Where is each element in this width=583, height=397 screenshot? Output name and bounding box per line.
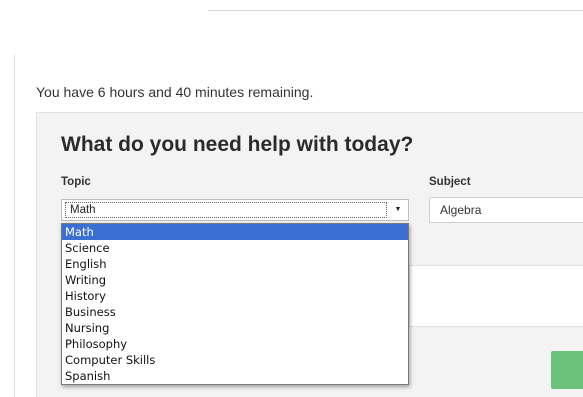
top-divider (208, 10, 583, 11)
panel-title: What do you need help with today? (61, 133, 414, 156)
topic-option-computer-skills[interactable]: Computer Skills (62, 352, 408, 368)
topic-option-philosophy[interactable]: Philosophy (62, 336, 408, 352)
submit-button[interactable] (551, 351, 583, 389)
topic-option-history[interactable]: History (62, 288, 408, 304)
screen: You have 6 hours and 40 minutes remainin… (0, 0, 583, 397)
topic-select-value: Math (65, 202, 387, 218)
topic-option-nursing[interactable]: Nursing (62, 320, 408, 336)
topic-option-writing[interactable]: Writing (62, 272, 408, 288)
topic-option-science[interactable]: Science (62, 240, 408, 256)
caret-down-icon[interactable]: ▼ (391, 201, 405, 219)
topic-option-english[interactable]: English (62, 256, 408, 272)
topic-option-business[interactable]: Business (62, 304, 408, 320)
topic-select[interactable]: Math ▼ (61, 199, 409, 221)
subject-select[interactable]: Algebra (429, 197, 583, 223)
left-divider (14, 54, 15, 397)
topic-dropdown-list: Math Science English Writing History Business… (61, 223, 409, 385)
time-remaining-text: You have 6 hours and 40 minutes remainin… (36, 84, 314, 100)
details-box[interactable] (409, 265, 583, 327)
topic-option-math[interactable]: Math (62, 224, 408, 240)
subject-label: Subject (429, 176, 471, 188)
topic-option-spanish[interactable]: Spanish (62, 368, 408, 384)
topic-label: Topic (61, 176, 91, 188)
